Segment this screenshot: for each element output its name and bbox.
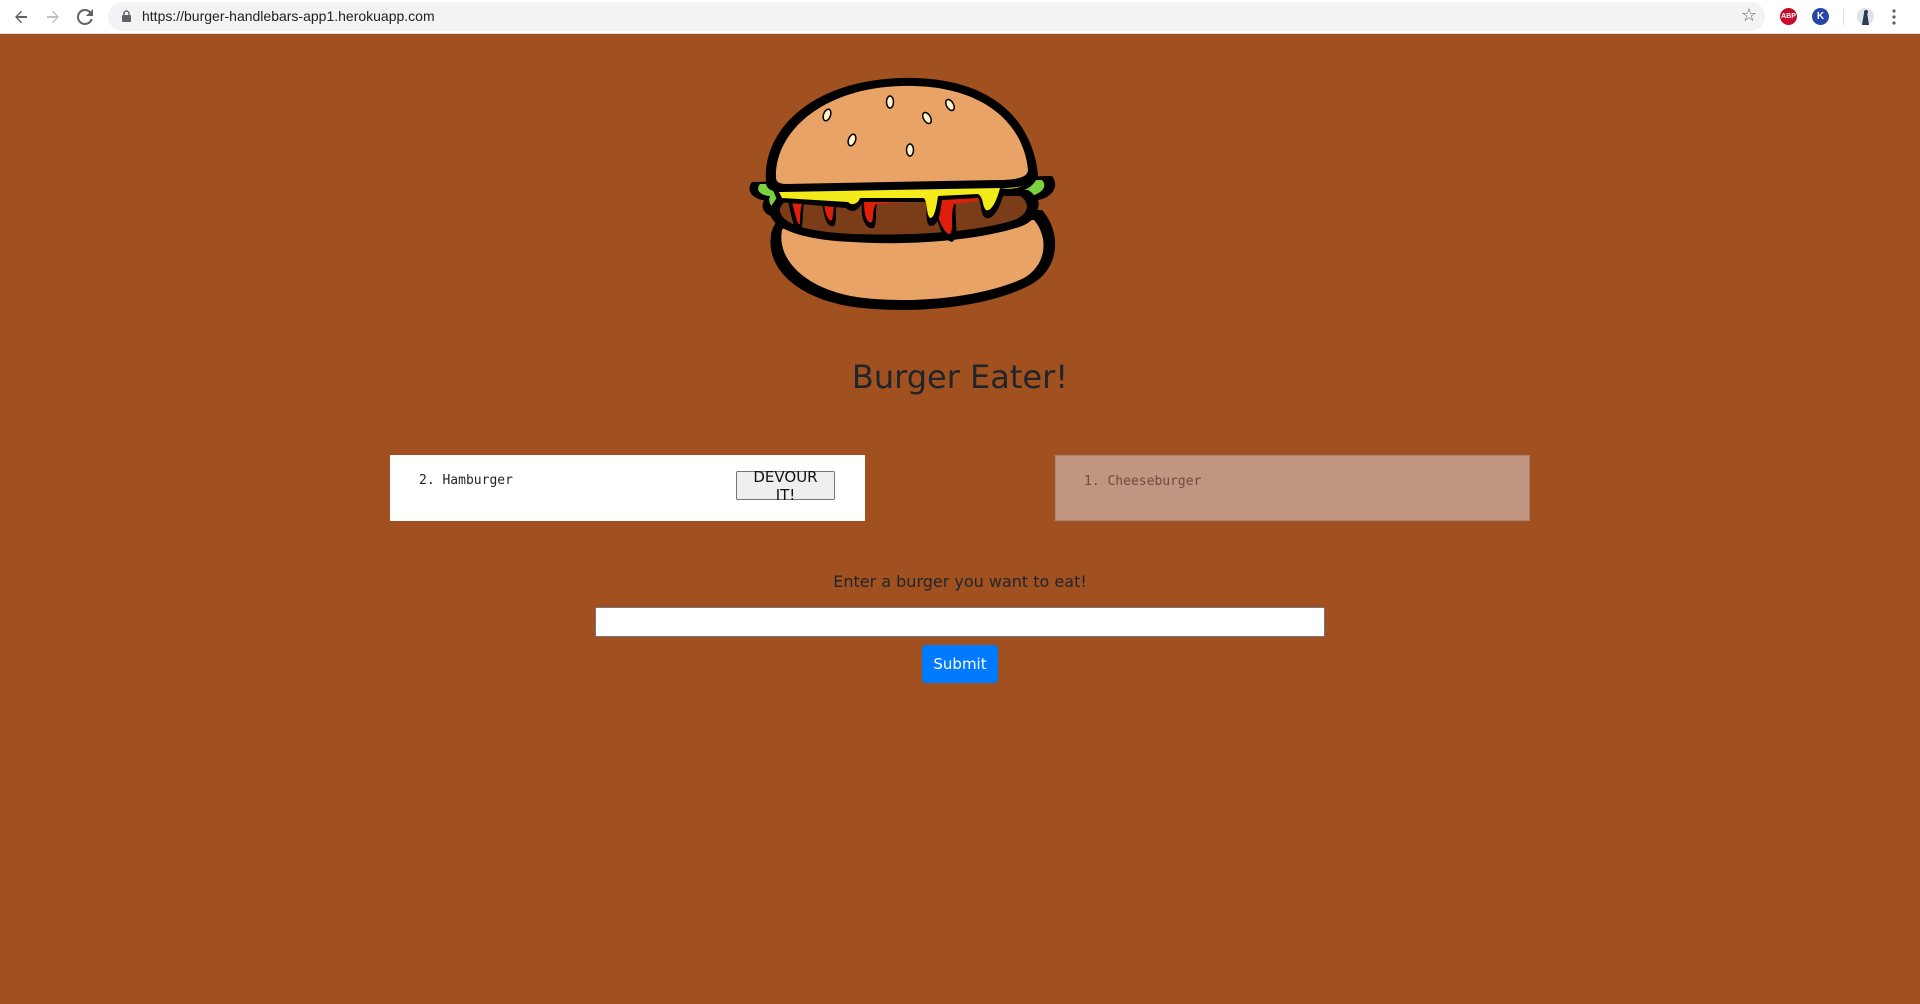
adblock-plus-label: ABP <box>1781 13 1796 20</box>
burger-logo <box>749 77 1056 310</box>
devour-button[interactable]: DEVOUR IT! <box>736 468 835 504</box>
burger-number: 2. <box>419 473 435 488</box>
list-item: 1. Cheeseburger <box>1084 474 1201 489</box>
profile-avatar-icon[interactable] <box>1857 8 1874 25</box>
adblock-plus-extension-icon[interactable]: ABP <box>1780 8 1797 25</box>
uneaten-burgers-list: 2. Hamburger DEVOUR IT! <box>390 455 865 521</box>
devoured-burgers-list: 1. Cheeseburger <box>1055 455 1530 521</box>
burger-form-label: Enter a burger you want to eat! <box>833 572 1087 591</box>
k-extension-icon[interactable]: K <box>1812 8 1829 25</box>
lock-icon <box>122 10 131 22</box>
url-text: https://burger-handlebars-app1.herokuapp… <box>142 8 435 24</box>
page-body: Burger Eater! 2. Hamburger DEVOUR IT! 1.… <box>0 34 1920 1004</box>
burger-number: 1. <box>1084 474 1100 489</box>
browser-toolbar: https://burger-handlebars-app1.herokuapp… <box>0 0 1920 34</box>
forward-arrow-icon[interactable] <box>41 5 65 29</box>
burger-name: Hamburger <box>442 473 513 488</box>
toolbar-separator <box>1843 9 1844 25</box>
page-title: Burger Eater! <box>851 358 1069 396</box>
star-icon[interactable]: ☆ <box>1741 5 1757 26</box>
list-item: 2. Hamburger <box>419 473 513 488</box>
submit-button[interactable]: Submit <box>922 645 998 683</box>
k-extension-label: K <box>1816 11 1825 22</box>
burger-name-input[interactable] <box>595 607 1325 637</box>
address-bar[interactable]: https://burger-handlebars-app1.herokuapp… <box>108 2 1765 31</box>
burger-name: Cheeseburger <box>1107 474 1202 489</box>
back-arrow-icon[interactable] <box>9 5 33 29</box>
reload-icon[interactable] <box>73 5 97 29</box>
more-vertical-icon[interactable] <box>1892 7 1896 27</box>
